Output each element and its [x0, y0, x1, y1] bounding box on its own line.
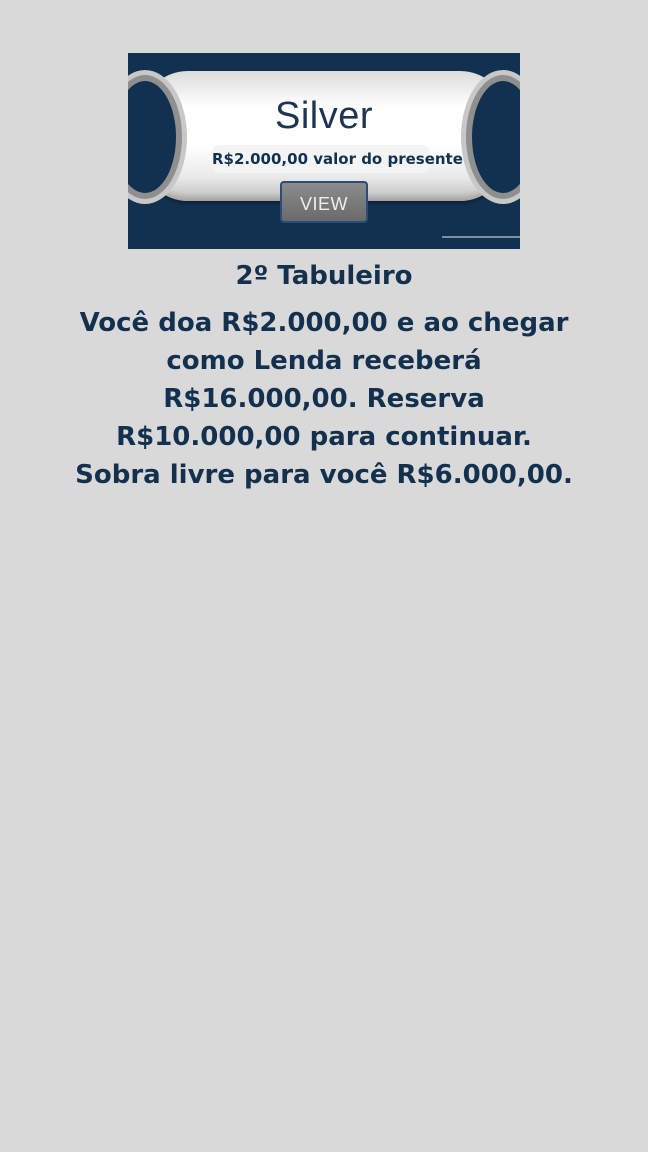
board-title: 2º Tabuleiro [235, 261, 413, 291]
view-button[interactable]: VIEW [280, 181, 368, 223]
board-description: Você doa R$2.000,00 e ao chegar como Len… [75, 308, 573, 490]
silver-plan-card: Silver R$2.000,00 valor do presente VIEW [128, 53, 520, 249]
plan-title: Silver [274, 95, 374, 137]
card-divider [442, 236, 520, 238]
gift-value-label: R$2.000,00 valor do presente [212, 145, 463, 173]
